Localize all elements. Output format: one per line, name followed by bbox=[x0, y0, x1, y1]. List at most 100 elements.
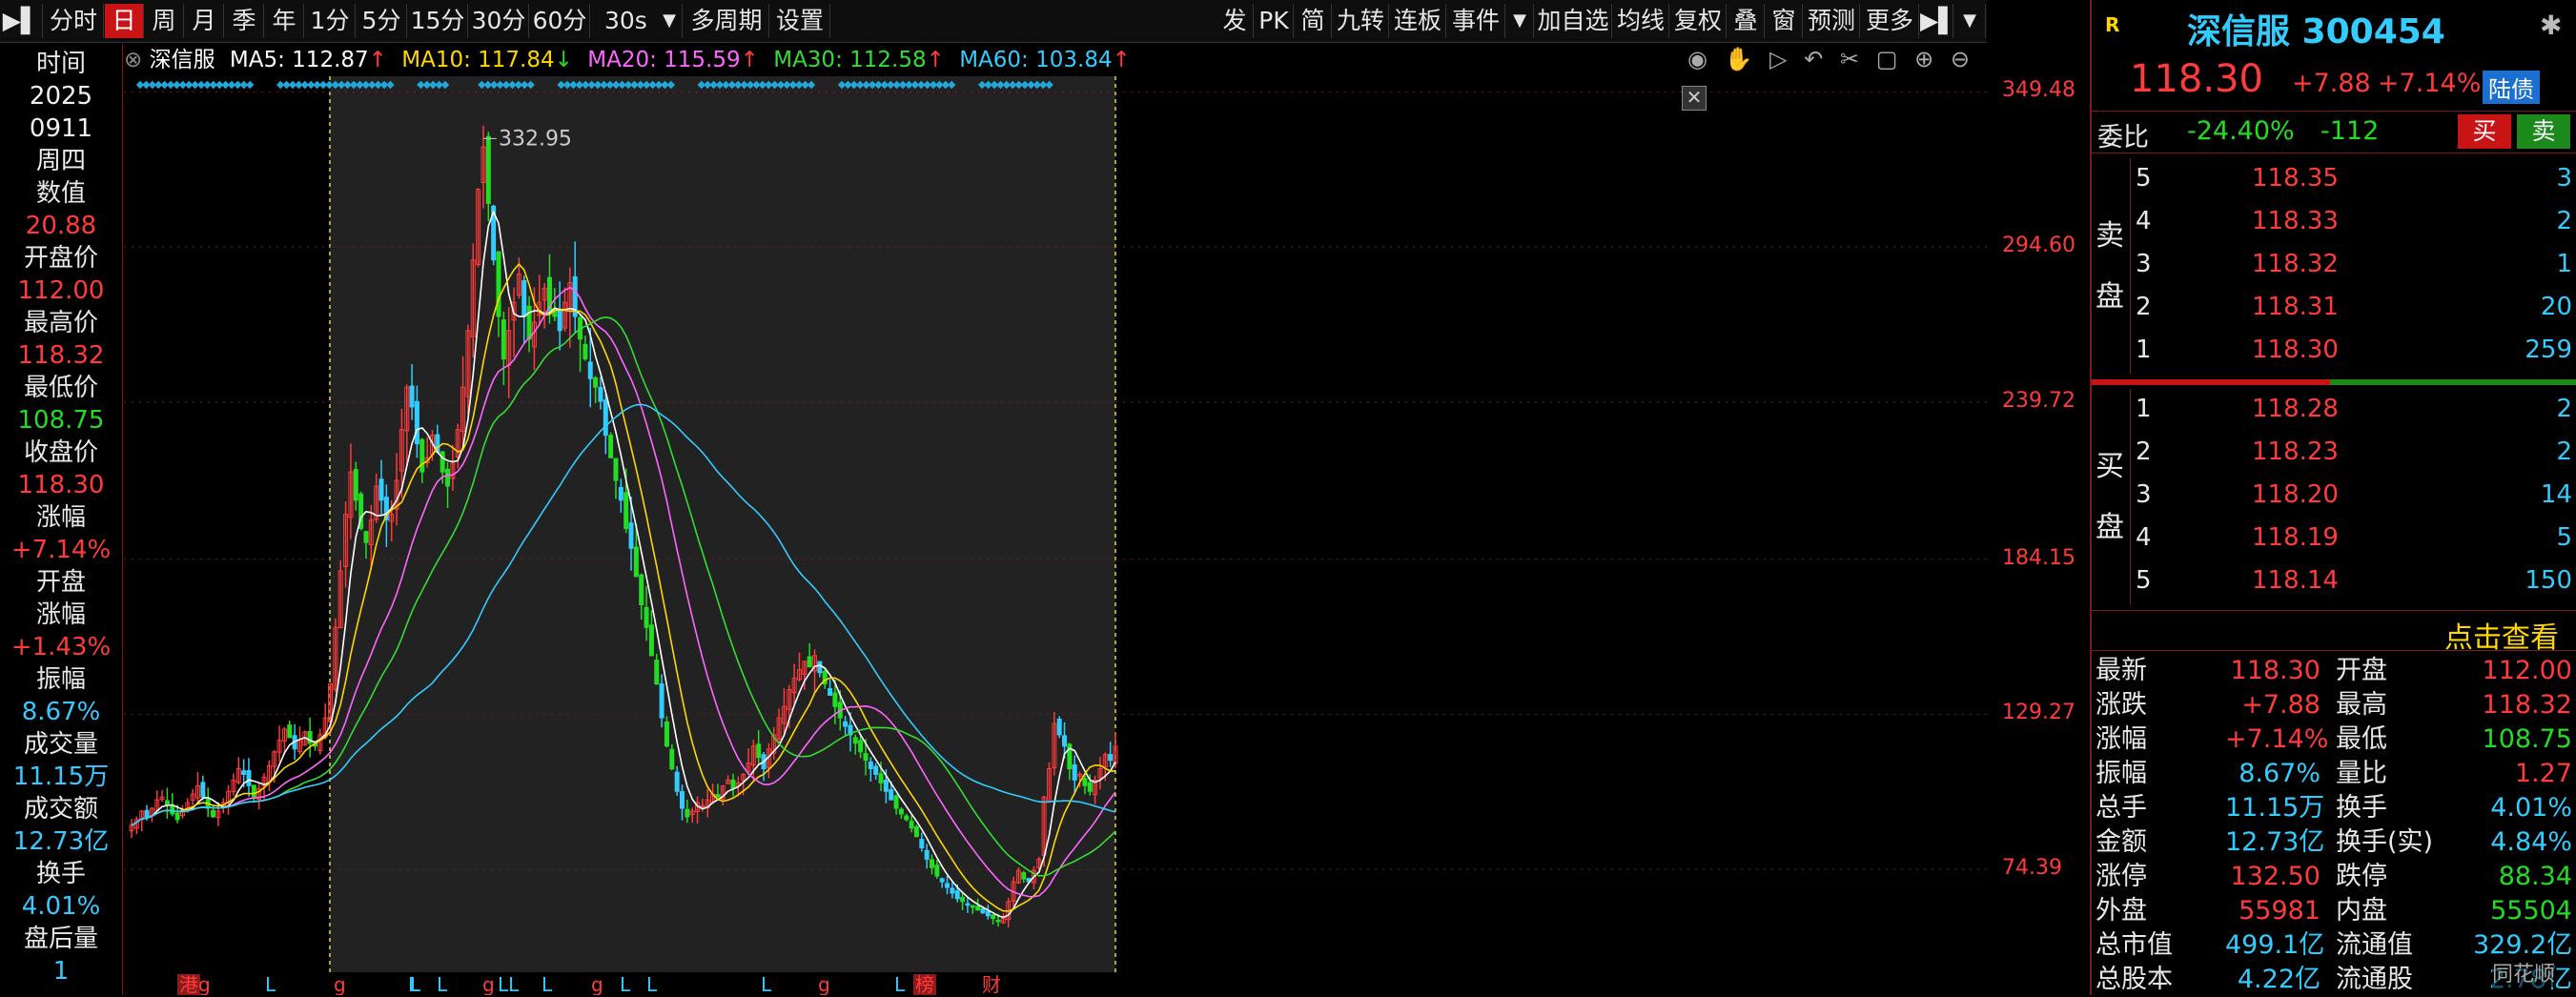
quote-label: 换手 bbox=[2336, 793, 2387, 823]
bottom-marker: g bbox=[818, 973, 830, 995]
quote-value: 55504 bbox=[2490, 896, 2572, 926]
candle-body bbox=[893, 795, 899, 809]
forecast-button[interactable]: 预测 bbox=[1804, 4, 1860, 38]
turnover-rate-label: 换手 bbox=[35, 860, 86, 888]
scissors-icon[interactable]: ✂ bbox=[1840, 46, 1859, 72]
undo-icon[interactable]: ↶ bbox=[1804, 46, 1823, 72]
lock-icon[interactable]: ▢ bbox=[1876, 46, 1898, 72]
period-tab-day[interactable]: 日 bbox=[105, 4, 144, 38]
ask-row[interactable]: 2 118.31 20 bbox=[2092, 287, 2576, 329]
bottom-marker: LL bbox=[498, 973, 520, 995]
candle-body bbox=[954, 890, 960, 900]
ask-row[interactable]: 3 118.32 1 bbox=[2092, 244, 2576, 286]
more-button[interactable]: 更多 bbox=[1861, 4, 1919, 38]
period-tab-60min[interactable]: 60分 bbox=[530, 4, 590, 38]
bid-row[interactable]: 1 118.28 2 bbox=[2092, 389, 2576, 431]
bottom-marker: g bbox=[482, 973, 495, 995]
candle-body bbox=[904, 815, 910, 821]
bottom-marker: 榜 bbox=[915, 973, 934, 995]
eye-icon[interactable]: ◉ bbox=[1687, 46, 1707, 72]
period-tab-intraday[interactable]: 分时 bbox=[44, 4, 104, 38]
low-label: 最低价 bbox=[23, 374, 98, 402]
peak-label: 332.95 bbox=[499, 127, 572, 151]
candle-body bbox=[970, 905, 975, 908]
tool-button-events[interactable]: 事件 bbox=[1447, 4, 1505, 38]
bid-row[interactable]: 4 118.19 5 bbox=[2092, 518, 2576, 560]
gear-icon[interactable]: ✱ bbox=[2540, 10, 2562, 41]
zoom-in-icon[interactable]: ⊕ bbox=[1914, 46, 1933, 72]
after-hours-value: 1 bbox=[52, 957, 70, 986]
bid-row[interactable]: 5 118.14 150 bbox=[2092, 560, 2576, 602]
zoom-out-icon[interactable]: ⊖ bbox=[1951, 46, 1970, 72]
open-change-label-2: 涨幅 bbox=[35, 600, 86, 629]
quote-label: 总股本 bbox=[2096, 965, 2173, 994]
last-price: 118.30 bbox=[2130, 57, 2263, 101]
period-tab-week[interactable]: 周 bbox=[145, 4, 184, 38]
tool-button-simple[interactable]: 简 bbox=[1295, 4, 1332, 38]
bid-row[interactable]: 3 118.20 14 bbox=[2092, 475, 2576, 517]
quote-label: 总市值 bbox=[2096, 930, 2173, 960]
y-tick-label: 294.60 bbox=[2002, 234, 2075, 258]
candle-body bbox=[639, 574, 644, 606]
candle-body bbox=[715, 794, 721, 798]
quote-value: 55981 bbox=[2239, 896, 2320, 926]
y-tick-label: 239.72 bbox=[2002, 388, 2075, 413]
kline-svg[interactable]: 332.95港 g Lg LL Lg LL Lg L L Lg L 榜财 bbox=[124, 76, 1993, 995]
period-tab-quarter[interactable]: 季 bbox=[225, 4, 264, 38]
buy-button[interactable]: 买 bbox=[2458, 114, 2511, 149]
collapse-icon[interactable]: ▶▌ bbox=[1920, 4, 1956, 38]
webi-label: 委比 bbox=[2097, 123, 2149, 153]
ask-row[interactable]: 1 118.30 259 bbox=[2092, 330, 2576, 372]
ask-row[interactable]: 5 118.35 3 bbox=[2092, 158, 2576, 200]
period-tab-15min[interactable]: 15分 bbox=[408, 4, 468, 38]
chevron-down-icon[interactable]: ▼ bbox=[1506, 4, 1534, 38]
settings-button[interactable]: 设置 bbox=[770, 4, 830, 38]
window-button[interactable]: 窗 bbox=[1766, 4, 1803, 38]
after-hours-label: 盘后量 bbox=[23, 925, 98, 953]
ask-row[interactable]: 4 118.33 2 bbox=[2092, 201, 2576, 243]
tool-button-lianban[interactable]: 连板 bbox=[1390, 4, 1446, 38]
bottom-marker: g bbox=[198, 973, 211, 995]
period-tab-30min[interactable]: 30分 bbox=[469, 4, 529, 38]
close-icon[interactable]: ✕ bbox=[1682, 86, 1707, 111]
candle-body bbox=[1021, 872, 1027, 880]
ma-lines-button[interactable]: 均线 bbox=[1613, 4, 1669, 38]
period-dropdown[interactable]: 30s ▼ bbox=[591, 4, 683, 38]
candle-body bbox=[200, 782, 206, 798]
period-tab-5min[interactable]: 5分 bbox=[357, 4, 407, 38]
play-icon[interactable]: ▷ bbox=[1769, 46, 1787, 72]
tool-button-fa[interactable]: 发 bbox=[1216, 4, 1254, 38]
bid-row[interactable]: 2 118.23 2 bbox=[2092, 432, 2576, 474]
hand-icon[interactable]: ✋ bbox=[1725, 46, 1753, 72]
bid-level: 5 bbox=[2136, 566, 2152, 595]
tool-button-pk[interactable]: PK bbox=[1255, 4, 1294, 38]
period-tab-month[interactable]: 月 bbox=[185, 4, 224, 38]
candle-body bbox=[440, 451, 445, 473]
legend-collapse-icon[interactable]: ⊗ bbox=[124, 48, 142, 72]
candle-body bbox=[995, 919, 1001, 923]
sell-button[interactable]: 卖 bbox=[2517, 114, 2570, 149]
quote-label: 涨幅 bbox=[2096, 724, 2147, 754]
adjust-button[interactable]: 复权 bbox=[1670, 4, 1727, 38]
chevron-down-icon[interactable]: ▼ bbox=[1954, 4, 1986, 38]
candle-body bbox=[1072, 763, 1077, 781]
period-tab-year[interactable]: 年 bbox=[265, 4, 304, 38]
bottom-marker: L bbox=[761, 973, 772, 995]
candle-body bbox=[287, 724, 293, 739]
quote-label: 最低 bbox=[2336, 724, 2387, 754]
multi-period-button[interactable]: 多周期 bbox=[685, 4, 769, 38]
overlay-button[interactable]: 叠 bbox=[1728, 4, 1765, 38]
candle-body bbox=[909, 821, 914, 829]
quote-value: 4.22亿 bbox=[2237, 965, 2320, 994]
pin-icon[interactable]: ▶▌ bbox=[0, 4, 43, 38]
candle-body bbox=[628, 522, 634, 549]
kline-chart[interactable]: ⊗ 深信服 MA5: 112.87↑ MA10: 117.84↓ MA20: 1… bbox=[124, 44, 1993, 995]
candle-body bbox=[211, 809, 216, 818]
bond-tag[interactable]: 陆债 bbox=[2483, 71, 2540, 104]
quote-value: 118.32 bbox=[2482, 690, 2572, 720]
add-watchlist-button[interactable]: 加自选 bbox=[1535, 4, 1612, 38]
candle-body bbox=[241, 770, 247, 775]
candle-body bbox=[496, 251, 501, 317]
period-tab-1min[interactable]: 1分 bbox=[305, 4, 356, 38]
tool-button-jiuzhuan[interactable]: 九转 bbox=[1333, 4, 1389, 38]
